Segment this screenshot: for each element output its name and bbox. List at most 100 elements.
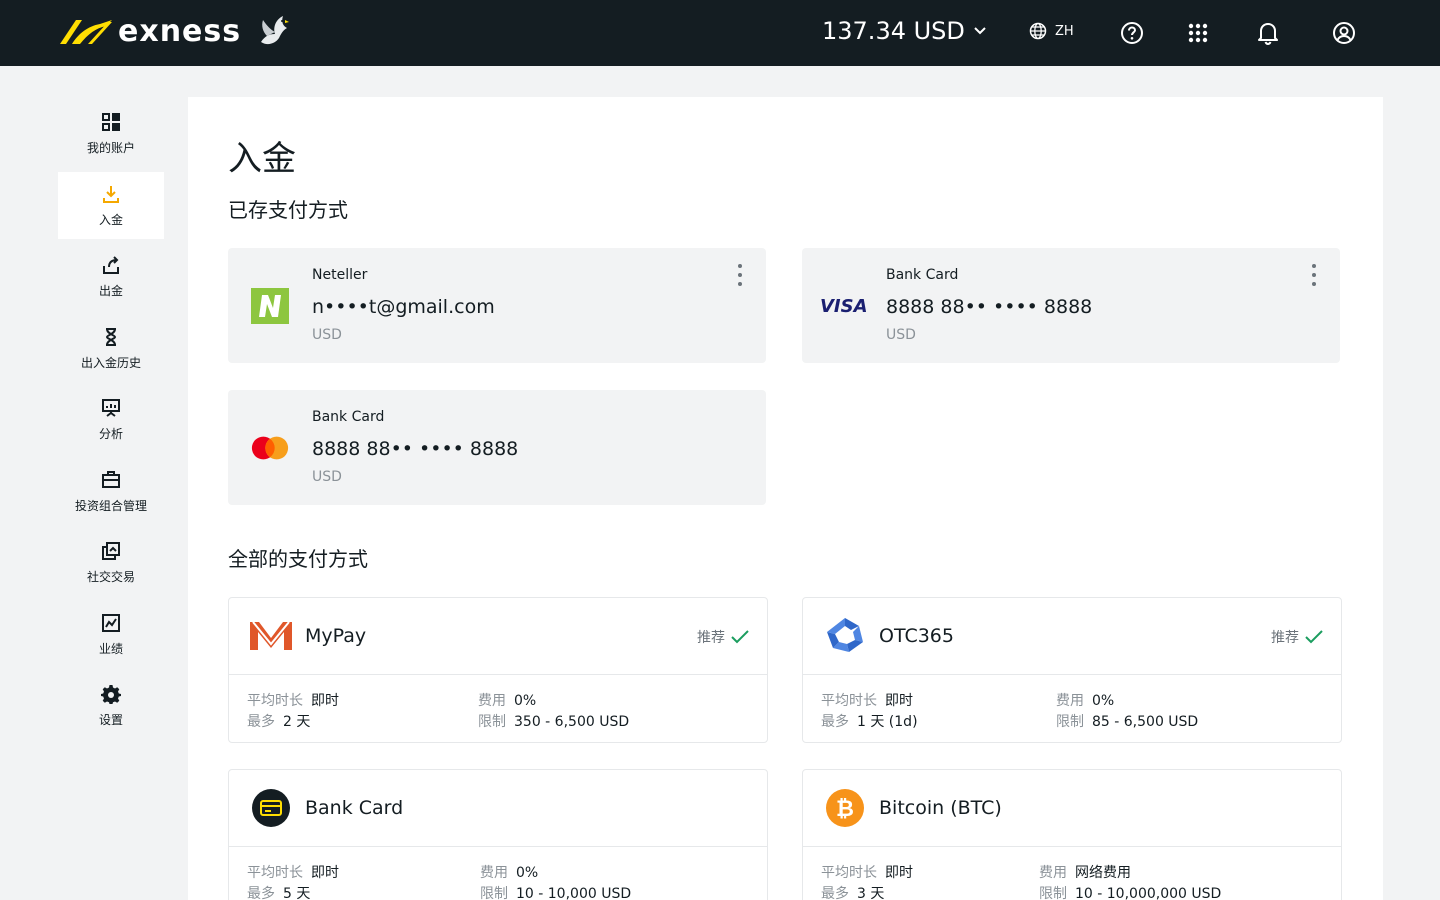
processing-time: 平均时长 即时 <box>247 693 339 709</box>
sidebar-item-history[interactable]: 出入金历史 <box>58 315 164 382</box>
saved-methods-title: 已存支付方式 <box>228 198 348 222</box>
chevron-down-icon <box>974 27 986 35</box>
sidebar-item-performance[interactable]: 业绩 <box>58 601 164 668</box>
method-kind: Bank Card <box>886 267 959 283</box>
sidebar-item-label: 出入金历史 <box>80 355 141 370</box>
fee: 费用 网络费用 <box>1039 865 1131 881</box>
max-time: 最多 5 天 <box>247 886 311 900</box>
limit: 限制 10 - 10,000,000 USD <box>1039 886 1222 900</box>
check-icon <box>1305 630 1323 644</box>
profile-button[interactable] <box>1331 20 1357 46</box>
sidebar-item-analytics[interactable]: 分析 <box>58 386 164 453</box>
notifications-button[interactable] <box>1255 20 1281 46</box>
sidebar-item-portfolio[interactable]: 投资组合管理 <box>58 458 164 525</box>
presentation-icon <box>100 397 122 419</box>
limit: 限制 85 - 6,500 USD <box>1056 714 1199 730</box>
saved-method-mastercard[interactable]: Bank Card 8888 88•• •••• 8888 USD <box>228 390 766 505</box>
sidebar-item-label: 入金 <box>98 212 123 227</box>
processing-time: 平均时长 即时 <box>821 865 913 881</box>
globe-icon <box>1029 22 1047 40</box>
sidebar-item-social-trading[interactable]: 社交交易 <box>58 529 164 596</box>
bank-card-icon <box>249 788 293 828</box>
help-button[interactable] <box>1119 20 1145 46</box>
neteller-logo <box>250 286 290 326</box>
apps-grid-icon <box>1188 23 1208 43</box>
help-icon <box>1121 22 1143 44</box>
method-kind: Neteller <box>312 267 368 283</box>
method-name: Bank Card <box>305 797 404 819</box>
fee: 费用 0% <box>1056 693 1115 709</box>
sidebar-item-label: 投资组合管理 <box>74 498 147 513</box>
dove-icon <box>261 16 290 45</box>
balance-dropdown[interactable]: 137.34 USD <box>822 17 987 45</box>
top-bar: exness 137.34 USD ZH <box>0 0 1440 66</box>
all-methods-title: 全部的支付方式 <box>228 547 368 571</box>
sidebar-item-label: 分析 <box>98 427 123 441</box>
sidebar-item-label: 出金 <box>98 284 123 298</box>
saved-method-neteller[interactable]: Neteller n••••t@gmail.com USD <box>228 248 766 363</box>
sidebar-item-settings[interactable]: 设置 <box>58 672 164 739</box>
sidebar-item-deposit[interactable]: 入金 <box>58 171 164 239</box>
sidebar-item-withdraw[interactable]: 出金 <box>58 243 164 310</box>
language-code: ZH <box>1055 23 1074 39</box>
mastercard-logo <box>250 428 290 468</box>
fee: 费用 0% <box>480 865 539 881</box>
sidebar-item-label: 设置 <box>98 713 123 727</box>
user-circle-icon <box>1333 22 1355 44</box>
currency: USD <box>886 327 916 343</box>
sidebar-item-label: 我的账户 <box>86 141 135 155</box>
grid-icon <box>100 111 122 133</box>
max-time: 最多 2 天 <box>247 714 311 730</box>
card-number: 8888 88•• •••• 8888 <box>886 296 1093 318</box>
visa-logo: VISA <box>820 286 866 326</box>
method-name: Bitcoin (BTC) <box>879 797 1002 819</box>
processing-time: 平均时长 即时 <box>247 865 339 881</box>
exness-logo[interactable]: exness <box>58 12 293 52</box>
otc365-logo <box>823 616 867 656</box>
sidebar-item-label: 业绩 <box>98 641 123 656</box>
account-identifier: n••••t@gmail.com <box>312 296 495 318</box>
limit: 限制 350 - 6,500 USD <box>478 714 630 730</box>
bell-icon <box>1258 23 1278 45</box>
method-kind: Bank Card <box>312 409 385 425</box>
sidebar-item-label: 社交交易 <box>86 570 135 584</box>
hourglass-icon <box>100 326 122 348</box>
balance-value: 137.34 USD <box>822 17 965 45</box>
page-title: 入金 <box>228 139 296 179</box>
max-time: 最多 3 天 <box>821 886 885 900</box>
saved-method-visa-card[interactable]: VISA Bank Card 8888 88•• •••• 8888 USD <box>802 248 1340 363</box>
processing-time: 平均时长 即时 <box>821 693 913 709</box>
payment-method-bitcoin[interactable]: ₿ Bitcoin (BTC) 平均时长 即时 最多 3 天 费用 网络费用 限制 10… <box>802 769 1342 900</box>
recommended-badge: 推荐 <box>1271 627 1323 647</box>
briefcase-icon <box>100 469 122 491</box>
more-options-icon[interactable] <box>734 264 746 286</box>
download-icon <box>100 183 122 205</box>
currency: USD <box>312 469 342 485</box>
method-name: MyPay <box>305 625 367 647</box>
deposit-panel: 入金 已存支付方式 Neteller n••••t@gmail.com USD … <box>188 97 1383 900</box>
currency: USD <box>312 327 342 343</box>
bitcoin-icon: ₿ <box>823 788 867 828</box>
card-number: 8888 88•• •••• 8888 <box>312 438 519 460</box>
svg-text:₿: ₿ <box>836 797 854 822</box>
payment-method-bank-card[interactable]: Bank Card 平均时长 即时 最多 5 天 费用 0% 限制 10 - 10,00… <box>228 769 768 900</box>
language-selector[interactable]: ZH <box>1029 22 1074 40</box>
payment-method-otc365[interactable]: OTC365 推荐 平均时长 即时 最多 1 天 (1d) 费用 0% 限制 85 - … <box>802 597 1342 743</box>
mypay-logo <box>249 616 293 656</box>
check-icon <box>731 630 749 644</box>
fee: 费用 0% <box>478 693 537 709</box>
max-time: 最多 1 天 (1d) <box>821 714 918 730</box>
sidebar-item-my-accounts[interactable]: 我的账户 <box>58 100 164 167</box>
withdraw-icon <box>100 254 122 276</box>
payment-method-mypay[interactable]: MyPay 推荐 平均时长 即时 最多 2 天 费用 0% 限制 350 - 6,500… <box>228 597 768 743</box>
gear-icon <box>100 683 122 705</box>
recommended-badge: 推荐 <box>697 627 749 647</box>
chart-icon <box>100 612 122 634</box>
limit: 限制 10 - 10,000 USD <box>480 886 632 900</box>
sidebar: 我的账户 入金 出金 出入金历史 分析 投资组合管理 社交交易 业绩 设置 <box>58 100 164 744</box>
more-options-icon[interactable] <box>1308 264 1320 286</box>
apps-button[interactable] <box>1185 20 1211 46</box>
copy-icon <box>100 540 122 562</box>
svg-text:VISA: VISA <box>820 296 866 316</box>
method-name: OTC365 <box>879 625 954 647</box>
